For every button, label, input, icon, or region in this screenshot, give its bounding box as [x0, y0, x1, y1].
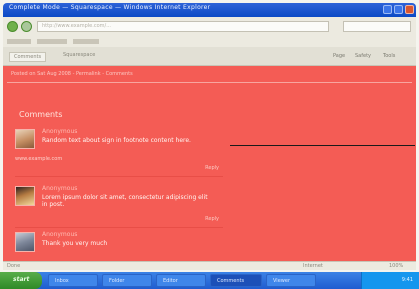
zoom-level[interactable]: 100% [389, 263, 403, 269]
screen: Complete Mode — Squarespace — Windows In… [0, 0, 419, 289]
comment-author[interactable]: Anonymous [42, 185, 77, 192]
comment-author[interactable]: Anonymous [42, 128, 77, 135]
start-label: start [13, 276, 30, 283]
page-menu[interactable]: Page [333, 53, 345, 59]
minimize-button[interactable] [383, 5, 392, 14]
web-page: Posted on Sat Aug 2008 - Permalink - Com… [3, 66, 416, 261]
maximize-button[interactable] [394, 5, 403, 14]
status-bar: Done Internet 100% [3, 261, 416, 270]
tools-menu[interactable]: Tools [383, 53, 395, 59]
taskbar-button[interactable]: Folder [102, 274, 152, 287]
taskbar-label: Viewer [273, 278, 290, 284]
safety-menu[interactable]: Safety [355, 53, 371, 59]
tab-squarespace[interactable]: Squarespace [63, 52, 95, 62]
link-item[interactable] [7, 39, 31, 44]
taskbar-button[interactable]: Inbox [48, 274, 98, 287]
divider [7, 82, 412, 83]
window-title: Complete Mode — Squarespace — Windows In… [9, 4, 211, 11]
taskbar-button-active[interactable]: Comments [210, 274, 262, 287]
address-text: http://www.example.com/... [42, 23, 111, 29]
system-tray: 9:41 [361, 272, 419, 289]
taskbar-label: Folder [109, 278, 125, 284]
taskbar-button[interactable]: Editor [156, 274, 206, 287]
taskbar-label: Editor [163, 278, 178, 284]
link-item[interactable] [37, 39, 67, 44]
avatar [15, 232, 35, 252]
search-input[interactable] [343, 21, 411, 32]
status-text: Done [7, 263, 21, 269]
post-meta[interactable]: Posted on Sat Aug 2008 - Permalink - Com… [11, 71, 133, 77]
comment-body: Random text about sign in footnote conte… [42, 137, 191, 144]
taskbar-label: Comments [217, 278, 245, 284]
taskbar-label: Inbox [55, 278, 69, 284]
link-item[interactable] [73, 39, 99, 44]
comment-body: Lorem ipsum dolor sit amet, consectetur … [42, 194, 208, 208]
reply-link[interactable]: Reply [179, 216, 219, 222]
tab-bar: Comments Squarespace Page Safety Tools [3, 47, 416, 66]
reply-link[interactable]: Reply [179, 165, 219, 171]
comment-body: Thank you very much [42, 240, 108, 247]
avatar [15, 129, 35, 149]
back-button[interactable] [7, 21, 18, 32]
comment-divider [15, 176, 223, 177]
address-bar[interactable]: http://www.example.com/... [37, 21, 329, 32]
comments-heading: Comments [19, 110, 63, 119]
links-bar [3, 37, 416, 47]
security-zone: Internet [303, 263, 323, 269]
navigation-bar: http://www.example.com/... [3, 17, 416, 37]
taskbar: start Inbox Folder Editor Comments Viewe… [0, 272, 419, 289]
comment-link[interactable]: www.example.com [15, 156, 62, 162]
comment-author[interactable]: Anonymous [42, 231, 77, 238]
forward-button[interactable] [21, 21, 32, 32]
start-button[interactable]: start [0, 272, 42, 289]
close-button[interactable] [405, 5, 414, 14]
clock[interactable]: 9:41 [402, 277, 413, 283]
window-title-bar: Complete Mode — Squarespace — Windows In… [3, 3, 416, 17]
comment-divider [15, 227, 223, 228]
annotation-line [230, 145, 415, 146]
taskbar-button[interactable]: Viewer [266, 274, 316, 287]
avatar [15, 186, 35, 206]
tab-comments[interactable]: Comments [9, 52, 47, 62]
